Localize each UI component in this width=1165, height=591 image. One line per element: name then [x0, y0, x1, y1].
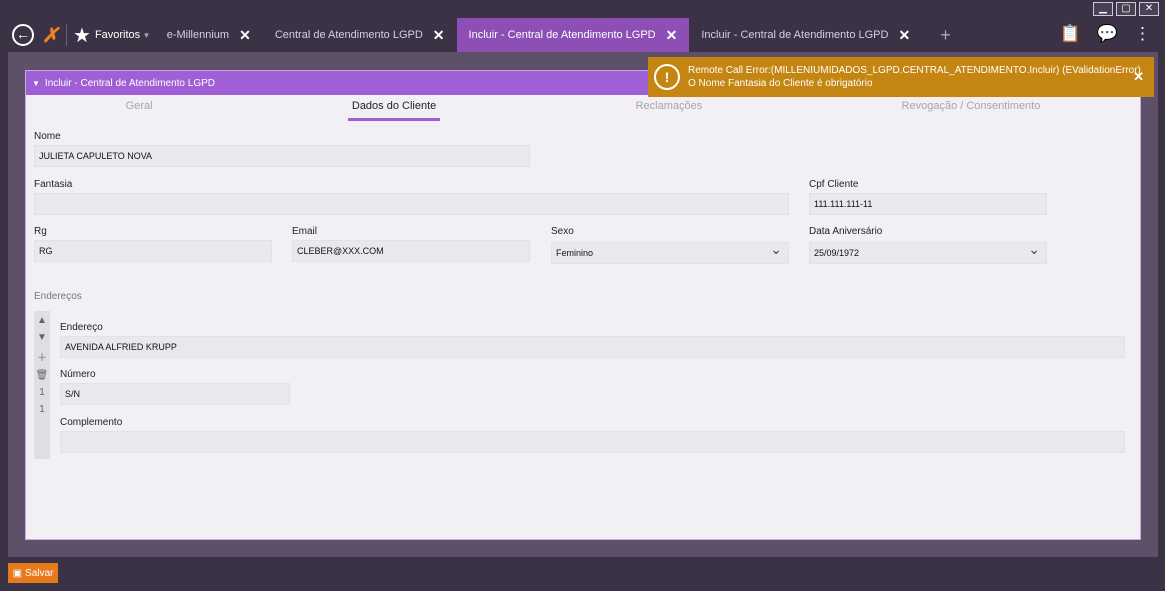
close-icon[interactable]: ✕	[239, 27, 251, 44]
more-vertical-icon[interactable]: ⋮	[1134, 24, 1151, 44]
nome-field[interactable]: JULIETA CAPULETO NOVA	[34, 145, 530, 167]
tab-geral[interactable]: Geral	[122, 95, 157, 121]
email-field[interactable]: CLEBER@XXX.COM	[292, 240, 530, 262]
subtabs: Geral Dados do Cliente Reclamações Revog…	[26, 95, 1140, 121]
app-logo: ✗	[42, 24, 59, 47]
tab-central-atendimento[interactable]: Central de Atendimento LGPD ✕	[263, 18, 457, 52]
close-window-button[interactable]: ✕	[1139, 2, 1159, 16]
fantasia-label: Fantasia	[34, 179, 73, 190]
close-icon[interactable]: ✕	[666, 27, 678, 44]
toolbar-icons: 📋 💬 ⋮	[1060, 24, 1151, 44]
complemento-field[interactable]	[60, 431, 1125, 453]
form-panel: ▼ Incluir - Central de Atendimento LGPD …	[25, 70, 1141, 540]
error-toast: ! Remote Call Error:(MILLENIUMIDADOS_LGP…	[648, 57, 1154, 97]
save-label: Salvar	[25, 567, 54, 579]
trash-icon[interactable]: 🗑	[36, 370, 49, 381]
close-icon[interactable]: ✕	[433, 27, 445, 44]
nome-label: Nome	[34, 131, 61, 142]
endereco-field[interactable]: AVENIDA ALFRIED KRUPP	[60, 336, 1125, 358]
close-icon[interactable]: ✕	[898, 27, 910, 44]
tab-dados-cliente[interactable]: Dados do Cliente	[347, 95, 441, 121]
aniversario-label: Data Aniversário	[809, 226, 883, 237]
rg-field[interactable]: RG	[34, 240, 272, 262]
add-icon[interactable]: ＋	[37, 349, 47, 364]
tab-label: Incluir - Central de Atendimento LGPD	[701, 29, 889, 41]
fantasia-field[interactable]	[34, 193, 789, 215]
tab-incluir[interactable]: Incluir - Central de Atendimento LGPD ✕	[689, 18, 922, 52]
collapse-triangle-icon[interactable]: ▼	[32, 79, 40, 88]
numero-label: Número	[60, 369, 96, 380]
record-index: 1	[39, 387, 45, 398]
clipboard-icon[interactable]: 📋	[1060, 24, 1081, 44]
tab-revogacao[interactable]: Revogação / Consentimento	[898, 95, 1045, 121]
complemento-label: Complemento	[60, 417, 123, 428]
sexo-select[interactable]: Feminino	[551, 239, 789, 264]
rg-label: Rg	[34, 226, 47, 237]
chevron-down-icon: ▾	[144, 29, 149, 40]
email-label: Email	[292, 226, 318, 237]
up-arrow-icon[interactable]: ▲	[37, 315, 47, 326]
tab-label: Central de Atendimento LGPD	[274, 29, 423, 41]
back-icon[interactable]: ←	[12, 24, 34, 46]
tab-e-millennium[interactable]: e-Millennium ✕	[155, 18, 263, 52]
divider	[66, 24, 67, 46]
favorites-label: Favoritos	[94, 29, 141, 41]
endereco-label: Endereço	[60, 322, 103, 333]
sexo-label: Sexo	[551, 226, 574, 237]
cpf-label: Cpf Cliente	[809, 179, 859, 190]
toast-message: Remote Call Error:(MILLENIUMIDADOS_LGPD.…	[688, 64, 1141, 90]
down-arrow-icon[interactable]: ▼	[37, 332, 47, 343]
star-icon: ★	[73, 24, 91, 47]
toast-line-2: O Nome Fantasia do Cliente é obrigatório	[688, 78, 873, 89]
save-icon: ▣	[12, 567, 23, 579]
save-button[interactable]: ▣ Salvar	[8, 563, 58, 583]
warning-icon: !	[654, 64, 680, 90]
tab-incluir-active[interactable]: Incluir - Central de Atendimento LGPD ✕	[456, 18, 690, 52]
maximize-button[interactable]: ▢	[1116, 2, 1136, 16]
window-controls: ▁ ▢ ✕	[1093, 2, 1159, 16]
panel-title: Incluir - Central de Atendimento LGPD	[44, 77, 216, 89]
tab-reclamacoes[interactable]: Reclamações	[632, 95, 707, 121]
cpf-field[interactable]: 111.111.111-11	[809, 193, 1047, 215]
numero-field[interactable]: S/N	[60, 383, 290, 405]
add-tab-icon[interactable]: +	[940, 25, 951, 46]
enderecos-title: Endereços	[34, 291, 82, 302]
tab-label: e-Millennium	[166, 29, 230, 41]
record-count: 1	[39, 404, 45, 415]
address-toolbar: ▲ ▼ ＋ 🗑 1 1	[34, 311, 50, 459]
minimize-button[interactable]: ▁	[1093, 2, 1113, 16]
top-bar: ← ✗ ★ Favoritos ▾ e-Millennium ✕ Central…	[0, 18, 1165, 52]
aniversario-select[interactable]: 25/09/1972	[809, 239, 1047, 264]
favorites-menu[interactable]: ★ Favoritos ▾	[73, 23, 149, 48]
tab-label: Incluir - Central de Atendimento LGPD	[468, 29, 656, 41]
close-icon[interactable]: ✕	[1133, 69, 1144, 85]
main-frame: ▼ Incluir - Central de Atendimento LGPD …	[8, 52, 1158, 557]
toast-line-1: Remote Call Error:(MILLENIUMIDADOS_LGPD.…	[688, 65, 1141, 76]
chat-icon[interactable]: 💬	[1097, 24, 1118, 44]
